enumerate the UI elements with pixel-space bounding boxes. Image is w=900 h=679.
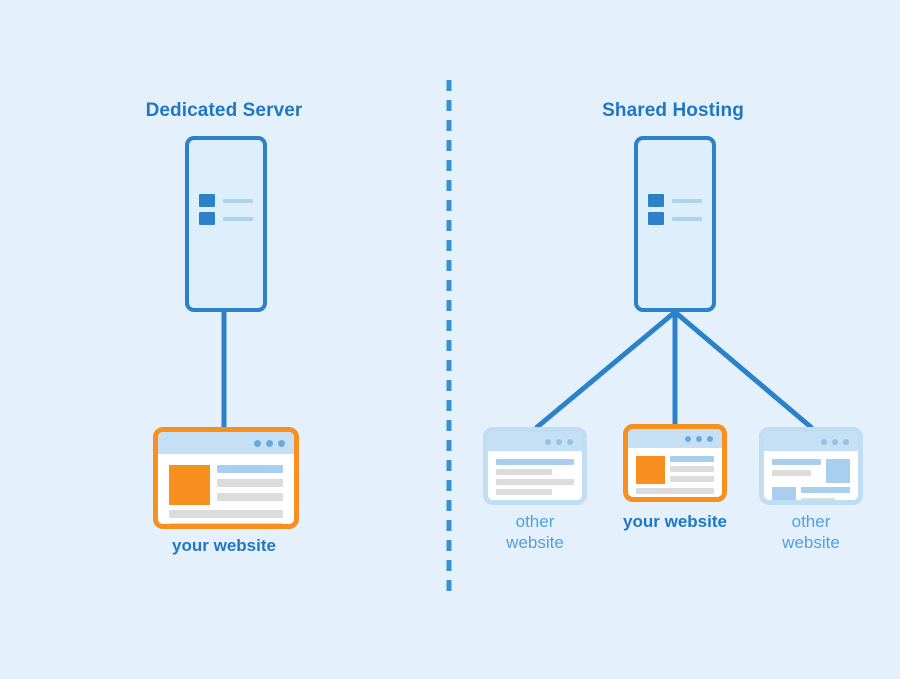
- window-dots: [254, 439, 285, 447]
- card-text-line: [670, 466, 714, 472]
- card-headline-bar: [217, 465, 283, 473]
- card-hero-lines: [670, 456, 714, 484]
- window-dot-icon: [843, 438, 849, 445]
- server-tower-shared: [634, 136, 716, 312]
- window-dot-icon: [696, 435, 702, 442]
- card-text-line: [496, 469, 553, 475]
- card-hero-thumbnail: [636, 456, 665, 484]
- card-text-line: [169, 523, 283, 524]
- card-headline-bar: [670, 456, 714, 462]
- window-dots: [685, 435, 713, 442]
- card-text-line: [670, 476, 714, 482]
- card-block-lines: [801, 487, 850, 500]
- server-led-row: [199, 212, 253, 225]
- card-text-line: [496, 479, 574, 485]
- server-led-row: [648, 212, 702, 225]
- server-led-indicator: [648, 212, 664, 225]
- window-dot-icon: [266, 439, 273, 447]
- card-hero-lines: [217, 465, 283, 505]
- server-led-line: [672, 198, 702, 203]
- card-hero-thumbnail: [169, 465, 210, 505]
- card-title-bar: [628, 429, 722, 448]
- card-text-line: [636, 488, 714, 494]
- card-text-line: [801, 498, 836, 500]
- other-website-card-left[interactable]: [483, 427, 587, 505]
- card-text-line: [217, 493, 283, 501]
- window-dot-icon: [832, 438, 838, 445]
- card-title-bar: [764, 432, 858, 451]
- window-dots: [545, 438, 573, 445]
- window-dot-icon: [707, 435, 713, 442]
- window-dot-icon: [567, 438, 573, 445]
- card-text-line: [217, 479, 283, 487]
- card-title-bar: [158, 432, 294, 454]
- server-tower-dedicated: [185, 136, 267, 312]
- panel-title-dedicated: Dedicated Server: [145, 100, 303, 121]
- connector-line: [534, 310, 677, 430]
- card-text-line: [169, 510, 283, 518]
- server-led-indicator: [199, 212, 215, 225]
- window-dots: [821, 438, 849, 445]
- card-content: [628, 448, 722, 502]
- window-dot-icon: [254, 439, 261, 447]
- your-website-card-dedicated[interactable]: [153, 427, 299, 529]
- your-website-card-dedicated-label: your website: [172, 536, 276, 555]
- other-website-card-right-label: other website: [782, 512, 840, 553]
- card-block-row: [772, 487, 850, 500]
- window-dot-icon: [278, 439, 285, 447]
- card-hero-row: [636, 456, 714, 484]
- server-led-indicator: [199, 194, 215, 207]
- card-title-bar: [488, 432, 582, 451]
- panel-title-shared: Shared Hosting: [602, 100, 744, 121]
- server-led-row: [199, 194, 253, 207]
- window-dot-icon: [685, 435, 691, 442]
- your-website-card-shared[interactable]: [623, 424, 727, 502]
- card-text-line: [772, 470, 812, 476]
- card-content: [764, 451, 858, 500]
- card-content: [488, 451, 582, 500]
- server-led-line: [223, 198, 253, 203]
- window-dot-icon: [556, 438, 562, 445]
- server-led-line: [672, 216, 702, 221]
- diagram-canvas: Dedicated Server Shared Hosting your web…: [0, 0, 900, 679]
- server-led-row: [648, 194, 702, 207]
- card-headline-bar: [772, 459, 821, 465]
- your-website-card-shared-label: your website: [623, 512, 727, 531]
- window-dot-icon: [545, 438, 551, 445]
- card-hero-row: [169, 465, 283, 505]
- card-text-line: [496, 489, 553, 495]
- card-thumbnail-left: [772, 487, 796, 500]
- server-led-indicator: [648, 194, 664, 207]
- server-led-line: [223, 216, 253, 221]
- other-website-card-right[interactable]: [759, 427, 863, 505]
- connector-layer: [221, 80, 814, 592]
- card-block-lines: [772, 459, 821, 483]
- card-block-row: [772, 459, 850, 483]
- card-content: [158, 454, 294, 524]
- window-dot-icon: [821, 438, 827, 445]
- card-text-line: [636, 498, 714, 502]
- connector-line: [673, 310, 814, 430]
- card-headline-bar: [801, 487, 850, 493]
- card-headline-bar: [496, 459, 574, 465]
- other-website-card-left-label: other website: [506, 512, 564, 553]
- card-thumbnail-right: [826, 459, 850, 483]
